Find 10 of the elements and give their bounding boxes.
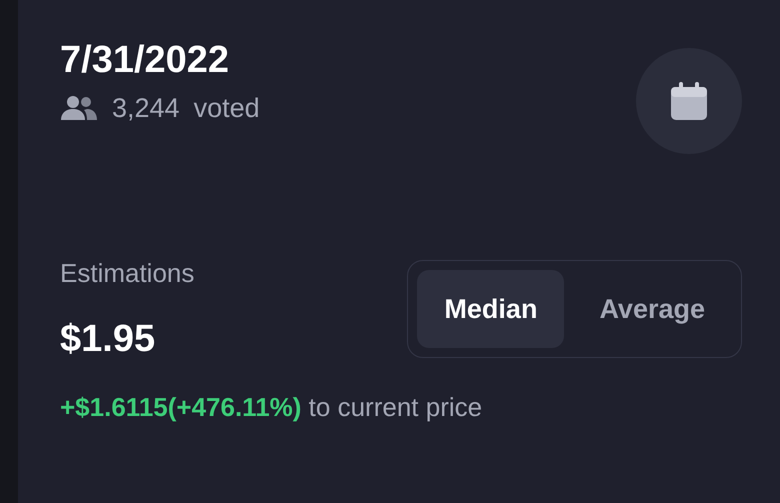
toggle-tab[interactable]: Average xyxy=(572,270,732,348)
vote-count: 3,244 xyxy=(112,92,180,125)
calendar-icon xyxy=(671,82,707,120)
toggle-tab[interactable]: Median xyxy=(417,270,564,348)
users-icon xyxy=(60,94,98,122)
votes-label: voted xyxy=(194,92,260,125)
estimations-label: Estimations xyxy=(60,257,194,290)
date-title: 7/31/2022 xyxy=(60,40,230,82)
estimation-value: $1.95 xyxy=(60,317,156,362)
price-change-text: +$1.6115(+476.11%) to current price xyxy=(60,391,484,424)
